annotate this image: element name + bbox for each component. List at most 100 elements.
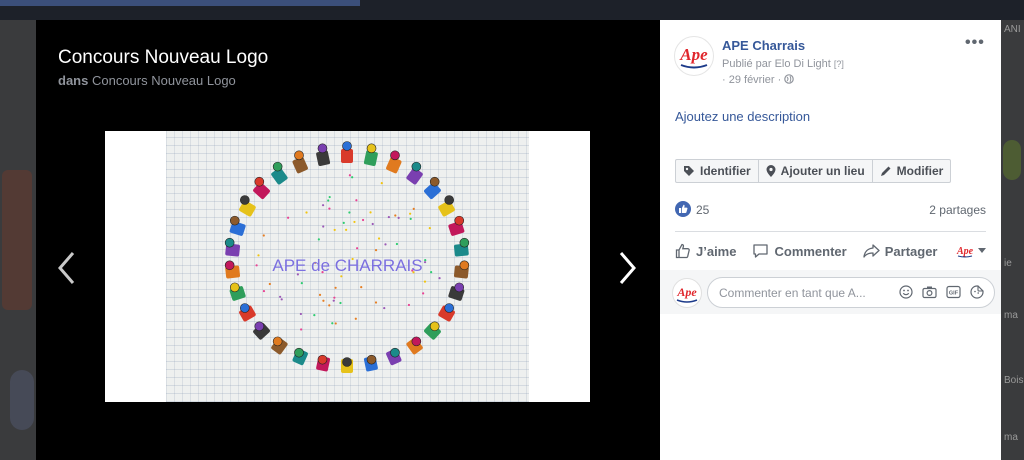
paper-figure [423, 177, 441, 200]
confetti-dot [343, 222, 345, 224]
chevron-left-icon [54, 250, 80, 286]
globe-icon[interactable] [784, 74, 794, 84]
confetti-dot [269, 283, 271, 285]
confetti-dot [328, 304, 330, 306]
camera-icon[interactable] [922, 285, 937, 299]
paper-figure [252, 322, 270, 341]
confetti-dot [333, 300, 335, 302]
paper-figure [252, 177, 270, 200]
photo[interactable]: APE de CHARRAIS [166, 131, 529, 402]
previous-photo-button[interactable] [54, 250, 80, 286]
confetti-dot [301, 282, 303, 284]
paper-figure [225, 238, 240, 257]
chevron-right-icon [614, 250, 640, 286]
paper-figure [406, 162, 424, 185]
paper-figure [448, 283, 465, 301]
confetti-dot [355, 199, 357, 201]
emoji-icon[interactable] [899, 285, 913, 299]
confetti-dot [398, 217, 400, 219]
comment-placeholder: Commenter en tant que A... [719, 286, 866, 300]
paper-figure [438, 304, 456, 323]
paper-figure [341, 358, 353, 374]
paper-figure [385, 348, 402, 366]
paper-figure [316, 355, 331, 372]
photo-action-bar: Identifier Ajouter un lieu Modifier [675, 159, 951, 183]
like-button[interactable]: J’aime [675, 243, 736, 259]
confetti-dot [339, 302, 341, 304]
help-mark[interactable]: [?] [834, 59, 844, 69]
confetti-dot [394, 214, 396, 216]
share-button-label: Partager [885, 244, 938, 259]
more-options-button[interactable]: ••• [965, 34, 985, 52]
confetti-dot [372, 223, 374, 225]
confetti-dot [327, 199, 329, 201]
paper-figure [406, 337, 424, 355]
comment-input-icons: GIF [899, 285, 984, 299]
comment-input[interactable]: Commenter en tant que A... GIF [707, 277, 995, 308]
add-location-button[interactable]: Ajouter un lieu [759, 160, 873, 182]
confetti-dot [351, 176, 353, 178]
confetti-dot [281, 298, 283, 300]
confetti-dot [438, 277, 440, 279]
comment-button[interactable]: Commenter [752, 243, 846, 259]
post-as-selector[interactable]: Ape [955, 244, 986, 258]
confetti-dot [375, 249, 377, 251]
pencil-icon [880, 165, 892, 177]
published-by: Publié par Elo Di Light [?] [722, 58, 844, 70]
post-date-line: · 29 février · [722, 74, 794, 86]
background-left-page [0, 20, 36, 460]
add-description-link[interactable]: Ajoutez une description [675, 109, 810, 124]
shares-count[interactable]: 2 partages [929, 203, 986, 217]
edit-button[interactable]: Modifier [873, 160, 951, 182]
tag-button-label: Identifier [700, 164, 751, 178]
background-text-fragment: ma [1004, 310, 1018, 321]
tag-button[interactable]: Identifier [676, 160, 759, 182]
paper-figure [238, 196, 256, 218]
published-by-text[interactable]: Publié par Elo Di Light [722, 58, 831, 70]
confetti-dot [381, 182, 383, 184]
background-right-page: ANI ie ma Bois ma [1001, 20, 1024, 460]
edit-button-label: Modifier [897, 164, 944, 178]
paper-figure [270, 337, 288, 355]
share-button[interactable]: Partager [863, 243, 938, 259]
paper-figure [364, 144, 379, 167]
like-count[interactable]: 25 [696, 203, 709, 217]
album-title[interactable]: Concours Nouveau Logo [58, 47, 268, 69]
paper-figure [448, 216, 465, 236]
next-photo-button[interactable] [614, 250, 640, 286]
photo-viewer: Concours Nouveau Logo dans Concours Nouv… [36, 20, 660, 460]
photo-frame: APE de CHARRAIS [105, 131, 590, 402]
comment-button-label: Commenter [774, 244, 846, 259]
confetti-dot [329, 196, 331, 198]
paper-figure [316, 144, 331, 167]
confetti-dot [318, 238, 320, 240]
paper-figure [229, 216, 246, 236]
confetti-dot [331, 322, 333, 324]
confetti-dot [356, 247, 358, 249]
paper-figure [292, 348, 309, 366]
like-reaction-icon[interactable] [675, 201, 691, 217]
confetti-dot [413, 208, 415, 210]
caret-down-icon [978, 248, 986, 254]
confetti-dot [408, 304, 410, 306]
confetti-dot [335, 322, 337, 324]
confetti-dot [263, 290, 265, 292]
paper-figure [438, 196, 456, 218]
album-link[interactable]: Concours Nouveau Logo [92, 73, 236, 88]
confetti-dot [279, 296, 281, 298]
page-name-link[interactable]: APE Charrais [722, 38, 805, 53]
comment-icon [752, 243, 769, 259]
confetti-dot [388, 216, 390, 218]
post-date[interactable]: · 29 février · [722, 74, 781, 86]
confetti-dot [424, 280, 426, 282]
confetti-dot [328, 208, 330, 210]
sticker-icon[interactable] [970, 285, 984, 299]
thumbs-up-icon [675, 243, 691, 259]
photo-caption: APE de CHARRAIS [166, 256, 529, 276]
gif-icon[interactable]: GIF [946, 285, 961, 299]
paper-figure [385, 151, 402, 174]
comment-composer: Ape Commenter en tant que A... GIF [660, 270, 1001, 314]
page-avatar[interactable]: Ape [674, 36, 714, 76]
confetti-dot [348, 211, 350, 213]
paper-figure [270, 162, 288, 185]
